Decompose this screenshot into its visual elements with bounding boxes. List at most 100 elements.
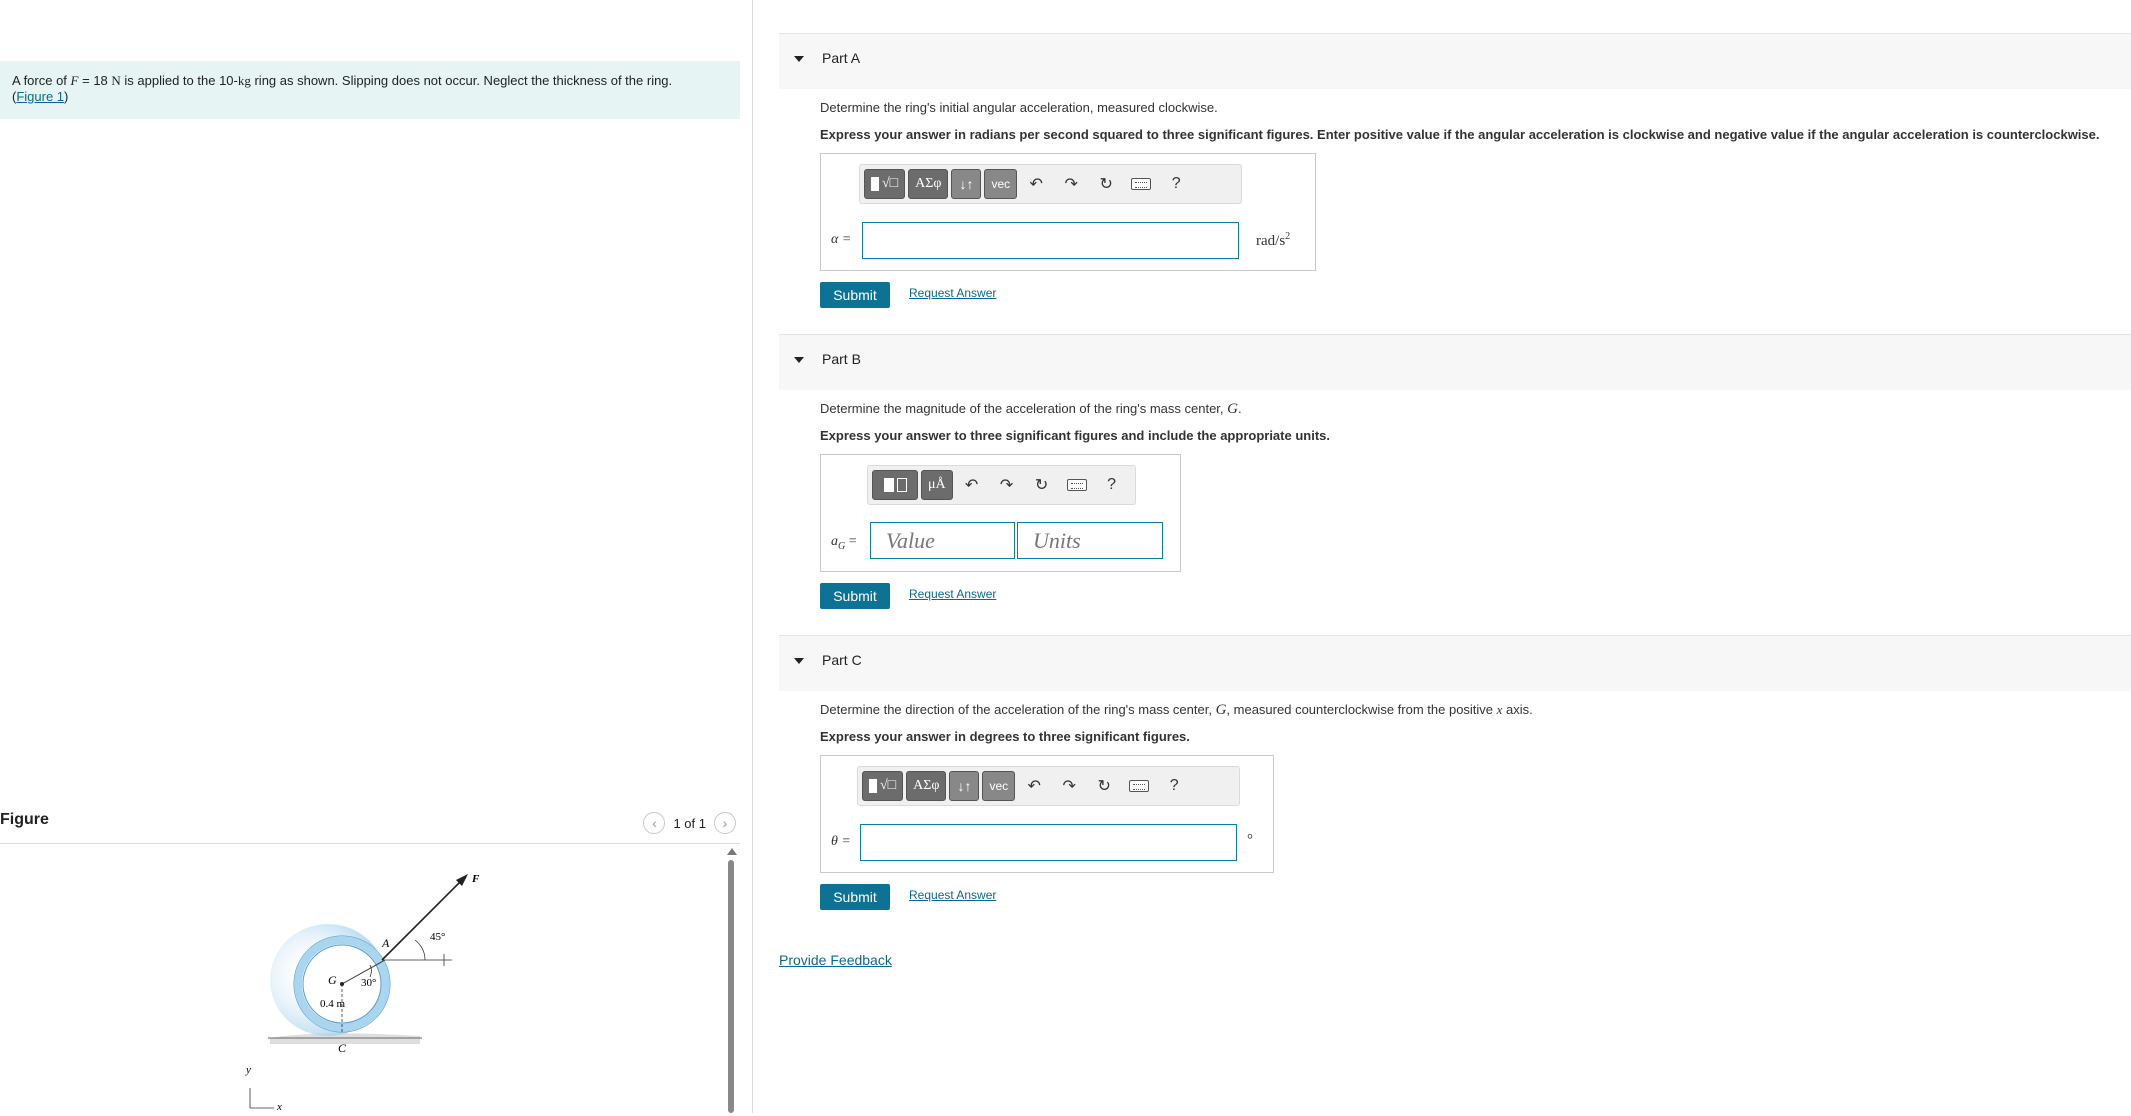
caret-down-icon[interactable]	[794, 56, 804, 62]
radius-label: 0.4 m	[320, 998, 346, 1010]
part-a-request-answer-link[interactable]: Request Answer	[909, 286, 996, 300]
figure-scrollbar[interactable]	[726, 848, 737, 1113]
help-button[interactable]: ?	[1158, 771, 1190, 801]
keyboard-button[interactable]	[1061, 470, 1093, 500]
alpha-label: α =	[831, 232, 852, 247]
part-a-header[interactable]: Part A	[779, 33, 2131, 89]
templates-icon	[869, 779, 877, 793]
figure-title: Figure	[0, 811, 49, 828]
vector-button[interactable]: vec	[984, 169, 1018, 199]
theta-label: θ =	[831, 834, 851, 849]
keyboard-button[interactable]	[1125, 169, 1157, 199]
keyboard-icon	[1129, 780, 1150, 792]
theta-unit: °	[1247, 832, 1253, 848]
problem-statement: A force of F = 18 N is applied to the 10…	[0, 61, 740, 119]
part-c-instruction: Express your answer in degrees to three …	[820, 729, 1190, 744]
templates-icon	[871, 177, 879, 191]
figure-pager: ‹ 1 of 1 ›	[643, 812, 736, 834]
x-axis-label: x	[276, 1101, 282, 1113]
symbols-button[interactable]: ΑΣφ	[908, 169, 949, 199]
templates-icon	[883, 478, 894, 492]
left-pane: A force of F = 18 N is applied to the 10…	[0, 0, 753, 1113]
redo-icon: ↷	[999, 477, 1014, 494]
vector-button[interactable]: vec	[982, 771, 1016, 801]
point-g-label: G	[328, 973, 337, 987]
keyboard-icon	[1066, 479, 1087, 491]
redo-icon: ↷	[1062, 778, 1076, 795]
keyboard-icon	[1131, 178, 1152, 190]
reset-icon: ↻	[1099, 176, 1113, 193]
figure-link[interactable]: Figure 1	[16, 89, 64, 104]
caret-down-icon[interactable]	[794, 357, 804, 363]
ag-value-input[interactable]: Value	[870, 522, 1015, 559]
undo-button[interactable]: ↶	[956, 470, 988, 500]
symbols-button[interactable]: ΑΣφ	[906, 771, 947, 801]
force-label: F	[471, 873, 480, 885]
sort-button[interactable]: ↓↑	[951, 169, 982, 199]
sort-icon: ↓↑	[959, 176, 974, 192]
reset-button[interactable]: ↻	[1088, 771, 1120, 801]
reset-icon: ↻	[1034, 477, 1049, 494]
part-b-submit-button[interactable]: Submit	[820, 583, 890, 609]
alpha-input[interactable]	[862, 222, 1239, 259]
part-b-label: Part B	[822, 351, 861, 367]
sort-icon: ↓↑	[957, 778, 972, 794]
y-axis-label: y	[245, 1064, 251, 1076]
redo-icon: ↷	[1064, 176, 1078, 193]
alpha-unit: rad/s2	[1256, 231, 1291, 249]
part-a-question: Determine the ring's initial angular acc…	[820, 100, 1218, 115]
part-c-answer-box: √□ ΑΣφ ↓↑ vec ↶ ↷ ↻ ? θ = °	[820, 755, 1274, 873]
redo-button[interactable]: ↷	[1055, 169, 1087, 199]
sqrt-icon: √□	[882, 176, 899, 191]
part-a-instruction: Express your answer in radians per secon…	[820, 127, 2100, 142]
point-c-label: C	[338, 1041, 347, 1055]
redo-button[interactable]: ↷	[991, 470, 1023, 500]
provide-feedback-link[interactable]: Provide Feedback	[779, 952, 892, 968]
help-button[interactable]: ?	[1096, 470, 1128, 500]
scroll-thumb[interactable]	[728, 860, 734, 1113]
part-a-answer-box: √□ ΑΣφ ↓↑ vec ↶ ↷ ↻ ? α = rad/s2	[820, 153, 1316, 271]
part-b-question: Determine the magnitude of the accelerat…	[820, 401, 1242, 417]
units-button[interactable]: μÅ	[921, 470, 953, 500]
figure-image: F A 45° G 30° 0.4 m C y x	[230, 850, 480, 1113]
scroll-up-icon[interactable]	[727, 848, 737, 855]
ag-label: aG =	[831, 534, 857, 552]
part-c-toolbar: √□ ΑΣφ ↓↑ vec ↶ ↷ ↻ ?	[857, 766, 1240, 806]
sqrt-icon: √□	[880, 778, 897, 793]
right-pane: Part A Determine the ring's initial angu…	[754, 0, 2131, 1113]
templates-button[interactable]: √□	[864, 169, 906, 199]
undo-button[interactable]: ↶	[1018, 771, 1050, 801]
chevron-left-icon: ‹	[652, 815, 657, 831]
fraction-icon	[896, 478, 907, 492]
part-b-instruction: Express your answer to three significant…	[820, 428, 1330, 443]
undo-button[interactable]: ↶	[1020, 169, 1052, 199]
keyboard-button[interactable]	[1123, 771, 1155, 801]
part-c-header[interactable]: Part C	[779, 635, 2131, 691]
redo-button[interactable]: ↷	[1053, 771, 1085, 801]
undo-icon: ↶	[1027, 778, 1041, 795]
templates-button[interactable]	[872, 470, 918, 500]
reset-button[interactable]: ↻	[1026, 470, 1058, 500]
prev-figure-button[interactable]: ‹	[643, 812, 666, 834]
angle-45-label: 45°	[430, 931, 445, 943]
part-b-header[interactable]: Part B	[779, 334, 2131, 390]
part-b-request-answer-link[interactable]: Request Answer	[909, 587, 996, 601]
next-figure-button[interactable]: ›	[714, 812, 736, 834]
reset-button[interactable]: ↻	[1090, 169, 1122, 199]
angle-30-label: 30°	[361, 977, 376, 989]
part-a-toolbar: √□ ΑΣφ ↓↑ vec ↶ ↷ ↻ ?	[859, 164, 1242, 204]
theta-input[interactable]	[860, 824, 1237, 861]
caret-down-icon[interactable]	[794, 658, 804, 664]
part-c-submit-button[interactable]: Submit	[820, 884, 890, 910]
figure-header: Figure ‹ 1 of 1 ›	[0, 808, 740, 844]
ring-diagram: F A 45° G 30° 0.4 m C y x	[245, 873, 480, 1113]
figure-page-count: 1 of 1	[673, 815, 706, 831]
help-button[interactable]: ?	[1160, 169, 1192, 199]
templates-button[interactable]: √□	[862, 771, 904, 801]
sort-button[interactable]: ↓↑	[949, 771, 980, 801]
part-b-answer-box: μÅ ↶ ↷ ↻ ? aG = Value Units	[820, 454, 1181, 572]
part-a-submit-button[interactable]: Submit	[820, 282, 890, 308]
ag-units-input[interactable]: Units	[1017, 522, 1163, 559]
part-c-request-answer-link[interactable]: Request Answer	[909, 888, 996, 902]
part-c-label: Part C	[822, 652, 862, 668]
